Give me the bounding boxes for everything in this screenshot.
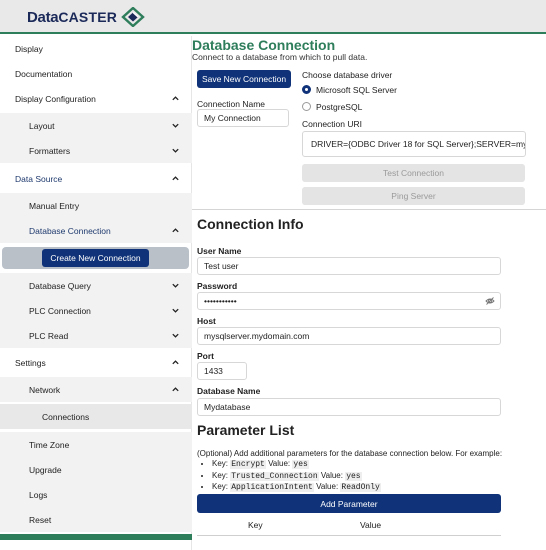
chevron-up-icon	[172, 228, 179, 233]
ping-server-button[interactable]: Ping Server	[302, 187, 525, 205]
parameter-list-title: Parameter List	[197, 422, 295, 438]
driver-radio-mssql[interactable]	[302, 85, 311, 94]
driver-radio-postgresql[interactable]	[302, 102, 311, 111]
sidebar-item-settings[interactable]: Settings	[0, 350, 192, 375]
parameter-table-divider	[197, 535, 501, 536]
chevron-down-icon	[172, 308, 179, 313]
page-subtitle: Connect to a database from which to pull…	[192, 52, 368, 62]
connection-uri-input[interactable]: DRIVER={ODBC Driver 18 for SQL Server};S…	[302, 131, 526, 157]
create-new-connection-button[interactable]: Create New Connection	[42, 249, 149, 267]
password-label: Password	[197, 281, 238, 291]
sidebar-item-data-source[interactable]: Data Source	[0, 166, 192, 191]
parameter-description: (Optional) Add additional parameters for…	[197, 449, 503, 458]
page-title: Database Connection	[192, 37, 336, 53]
sidebar-nav: Display Documentation Display Configurat…	[0, 36, 192, 550]
sidebar-item-display-configuration[interactable]: Display Configuration	[0, 86, 192, 111]
connection-name-input[interactable]: My Connection	[197, 109, 289, 127]
sidebar-item-display[interactable]: Display	[0, 36, 192, 61]
parameter-examples: Key: Encrypt Value: yes Key: Trusted_Con…	[212, 459, 381, 494]
list-item: Key: Trusted_Connection Value: yes	[212, 471, 381, 483]
sidebar-item-manual-entry[interactable]: Manual Entry	[0, 193, 192, 218]
driver-label-postgresql: PostgreSQL	[316, 102, 363, 112]
connection-info-title: Connection Info	[197, 216, 304, 232]
sidebar-item-documentation[interactable]: Documentation	[0, 61, 192, 86]
datacaster-logo[interactable]: DataCASTER	[27, 7, 145, 27]
driver-label-mssql: Microsoft SQL Server	[316, 85, 397, 95]
chevron-up-icon	[172, 387, 179, 392]
sidebar-item-reset[interactable]: Reset	[0, 507, 192, 532]
connection-uri-label: Connection URI	[302, 119, 363, 129]
port-input[interactable]: 1433	[197, 362, 247, 380]
chevron-down-icon	[172, 333, 179, 338]
section-divider	[192, 209, 546, 210]
sidebar-footer-bar	[0, 534, 192, 540]
sidebar-item-database-connection[interactable]: Database Connection	[0, 218, 192, 243]
port-label: Port	[197, 351, 214, 361]
logo-text-data: Data	[27, 8, 59, 26]
chevron-up-icon	[172, 360, 179, 365]
sidebar-item-network[interactable]: Network	[0, 377, 192, 402]
test-connection-button[interactable]: Test Connection	[302, 164, 525, 182]
username-input[interactable]: Test user	[197, 257, 501, 275]
parameter-table-header-value: Value	[360, 520, 382, 530]
host-label: Host	[197, 316, 216, 326]
sidebar-item-database-query[interactable]: Database Query	[0, 273, 192, 298]
sidebar-item-time-zone[interactable]: Time Zone	[0, 432, 192, 457]
main-content: Database Connection Connect to a databas…	[192, 36, 546, 550]
sidebar-item-logs[interactable]: Logs	[0, 482, 192, 507]
sidebar-item-connections[interactable]: Connections	[0, 404, 192, 429]
sidebar-item-formatters[interactable]: Formatters	[0, 138, 192, 163]
save-new-connection-button[interactable]: Save New Connection	[197, 70, 291, 88]
app-header: DataCASTER	[0, 0, 546, 34]
list-item: Key: Encrypt Value: yes	[212, 459, 381, 471]
sidebar-item-upgrade[interactable]: Upgrade	[0, 457, 192, 482]
chevron-down-icon	[172, 148, 179, 153]
list-item: Key: ApplicationIntent Value: ReadOnly	[212, 482, 381, 494]
host-input[interactable]: mysqlserver.mydomain.com	[197, 327, 501, 345]
chevron-down-icon	[172, 283, 179, 288]
chevron-up-icon	[172, 96, 179, 101]
logo-text-caster: CASTER	[58, 8, 118, 25]
sidebar-item-layout[interactable]: Layout	[0, 113, 192, 138]
parameter-table-header-key: Key	[248, 520, 263, 530]
driver-label: Choose database driver	[302, 70, 393, 80]
eye-off-icon[interactable]	[485, 296, 495, 306]
logo-mark-icon	[121, 7, 145, 27]
password-input[interactable]: •••••••••••	[197, 292, 501, 310]
database-name-label: Database Name	[197, 386, 261, 396]
chevron-up-icon	[172, 176, 179, 181]
username-label: User Name	[197, 246, 242, 256]
database-name-input[interactable]: Mydatabase	[197, 398, 501, 416]
chevron-down-icon	[172, 123, 179, 128]
connection-name-label: Connection Name	[197, 99, 266, 109]
sidebar-item-plc-connection[interactable]: PLC Connection	[0, 298, 192, 323]
sidebar-item-plc-read[interactable]: PLC Read	[0, 323, 192, 348]
add-parameter-button[interactable]: Add Parameter	[197, 494, 501, 513]
